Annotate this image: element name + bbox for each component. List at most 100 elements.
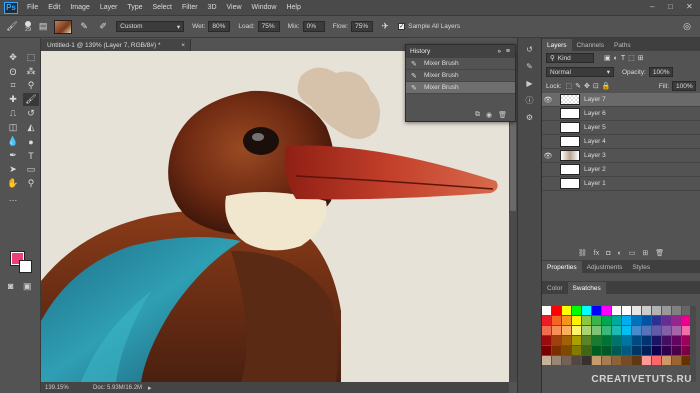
color-swatch[interactable] [582, 356, 591, 365]
screen-mode-icon[interactable]: ▣ [23, 281, 32, 292]
dodge-tool-icon[interactable]: ● [23, 135, 39, 148]
color-swatch[interactable] [562, 326, 571, 335]
hand-tool-icon[interactable]: ✋ [5, 177, 21, 190]
history-panel-icon[interactable]: ↺ [523, 43, 537, 55]
quick-select-tool-icon[interactable]: ⁂ [23, 65, 39, 78]
color-swatch[interactable] [542, 356, 551, 365]
brush-preset-picker[interactable]: 29 [25, 20, 31, 33]
color-swatch[interactable] [612, 306, 621, 315]
mix-input[interactable]: 0% [302, 21, 325, 32]
fx-icon[interactable]: fx [594, 250, 599, 257]
type-tool-icon[interactable]: T [23, 149, 39, 162]
layer-row[interactable]: 👁 Layer 3 [542, 149, 700, 163]
clean-brush-icon[interactable]: ✐ [96, 20, 110, 34]
load-brush-icon[interactable]: ✎ [77, 20, 91, 34]
layer-row[interactable]: Layer 2 [542, 163, 700, 177]
color-swatch[interactable] [632, 336, 641, 345]
panel-menu-icon[interactable]: ≡ [506, 48, 510, 55]
color-swatch[interactable] [632, 346, 641, 355]
filter-type-icons[interactable]: ▣◐T⬚⊞ [604, 54, 647, 62]
info-panel-icon[interactable]: ⓘ [523, 94, 537, 106]
color-swatch[interactable] [632, 326, 641, 335]
menu-window[interactable]: Window [247, 4, 282, 11]
color-swatch[interactable] [552, 316, 561, 325]
color-swatch[interactable] [672, 306, 681, 315]
mixer-brush-tool-icon[interactable]: 🖌 [5, 20, 19, 34]
color-swatch[interactable] [552, 336, 561, 345]
layer-row[interactable]: Layer 1 [542, 177, 700, 191]
zoom-level[interactable]: 139.15% [45, 385, 85, 391]
color-swatch[interactable] [572, 356, 581, 365]
maximize-button[interactable]: □ [668, 2, 673, 11]
load-input[interactable]: 75% [257, 21, 280, 32]
background-color-swatch[interactable] [19, 260, 32, 273]
menu-filter[interactable]: Filter [177, 4, 203, 11]
blend-combo-select[interactable]: Custom ▾ [116, 21, 185, 32]
color-swatch[interactable] [642, 316, 651, 325]
tab-channels[interactable]: Channels [572, 39, 609, 51]
tab-color[interactable]: Color [542, 282, 568, 294]
layer-row[interactable]: 👁 Layer 7 [542, 93, 700, 107]
eye-icon[interactable]: 👁 [542, 96, 554, 104]
color-swatch[interactable] [622, 356, 631, 365]
brush-settings-icon[interactable]: ✎ [523, 60, 537, 72]
fill-input[interactable]: 100% [672, 81, 696, 91]
opacity-input[interactable]: 100% [648, 67, 673, 77]
color-swatch[interactable] [642, 346, 651, 355]
tab-styles[interactable]: Styles [627, 261, 655, 273]
color-swatch[interactable] [612, 356, 621, 365]
paint-bucket-tool-icon[interactable]: ◭ [23, 121, 39, 134]
menu-view[interactable]: View [222, 4, 247, 11]
color-swatch[interactable] [622, 336, 631, 345]
history-state[interactable]: ✎ Mixer Brush [406, 58, 515, 70]
adjustment-layer-icon[interactable]: ◐ [617, 250, 621, 257]
color-swatch[interactable] [622, 306, 631, 315]
color-swatch[interactable] [552, 306, 561, 315]
color-swatch[interactable] [672, 326, 681, 335]
status-menu-icon[interactable]: ▸ [148, 384, 152, 392]
color-swatch[interactable] [672, 316, 681, 325]
color-swatch[interactable] [612, 316, 621, 325]
color-swatch[interactable] [652, 356, 661, 365]
history-state[interactable]: ✎ Mixer Brush [406, 70, 515, 82]
color-swatch[interactable] [562, 306, 571, 315]
color-swatch[interactable] [652, 346, 661, 355]
new-document-from-state-icon[interactable]: ⧉ [475, 111, 480, 119]
color-swatch[interactable] [602, 316, 611, 325]
actions-panel-icon[interactable]: ▶ [523, 77, 537, 89]
color-swatch[interactable] [562, 356, 571, 365]
color-swatch[interactable] [572, 326, 581, 335]
adjust-panel-icon[interactable]: ⚙ [523, 111, 537, 123]
shape-tool-icon[interactable]: ▭ [23, 163, 39, 176]
color-swatch[interactable] [612, 326, 621, 335]
color-swatch[interactable] [622, 316, 631, 325]
flow-input[interactable]: 75% [351, 21, 374, 32]
color-swatch[interactable] [662, 316, 671, 325]
color-swatch[interactable] [652, 306, 661, 315]
color-swatch[interactable] [662, 346, 671, 355]
color-swatch[interactable] [552, 326, 561, 335]
color-swatch[interactable] [652, 326, 661, 335]
add-mask-icon[interactable]: ◘ [606, 250, 610, 257]
color-swatch[interactable] [652, 316, 661, 325]
menu-layer[interactable]: Layer [95, 4, 123, 11]
minimize-button[interactable]: – [650, 2, 654, 11]
color-swatch[interactable] [642, 336, 651, 345]
path-select-tool-icon[interactable]: ➤ [5, 163, 21, 176]
blur-tool-icon[interactable]: 💧 [5, 135, 21, 148]
color-swatch[interactable] [662, 306, 671, 315]
color-swatch[interactable] [602, 336, 611, 345]
lasso-tool-icon[interactable]: ʘ [5, 65, 21, 78]
color-swatch[interactable] [582, 316, 591, 325]
swatches-scrollbar[interactable] [690, 306, 696, 382]
color-swatch[interactable] [542, 346, 551, 355]
color-swatch[interactable] [672, 336, 681, 345]
color-swatch[interactable] [582, 346, 591, 355]
color-swatch[interactable] [662, 336, 671, 345]
color-swatch[interactable] [632, 316, 641, 325]
eyedropper-tool-icon[interactable]: ⚲ [23, 79, 39, 92]
color-swatch[interactable] [572, 306, 581, 315]
color-swatch[interactable] [672, 346, 681, 355]
color-swatch[interactable] [592, 306, 601, 315]
color-swatch[interactable] [572, 336, 581, 345]
